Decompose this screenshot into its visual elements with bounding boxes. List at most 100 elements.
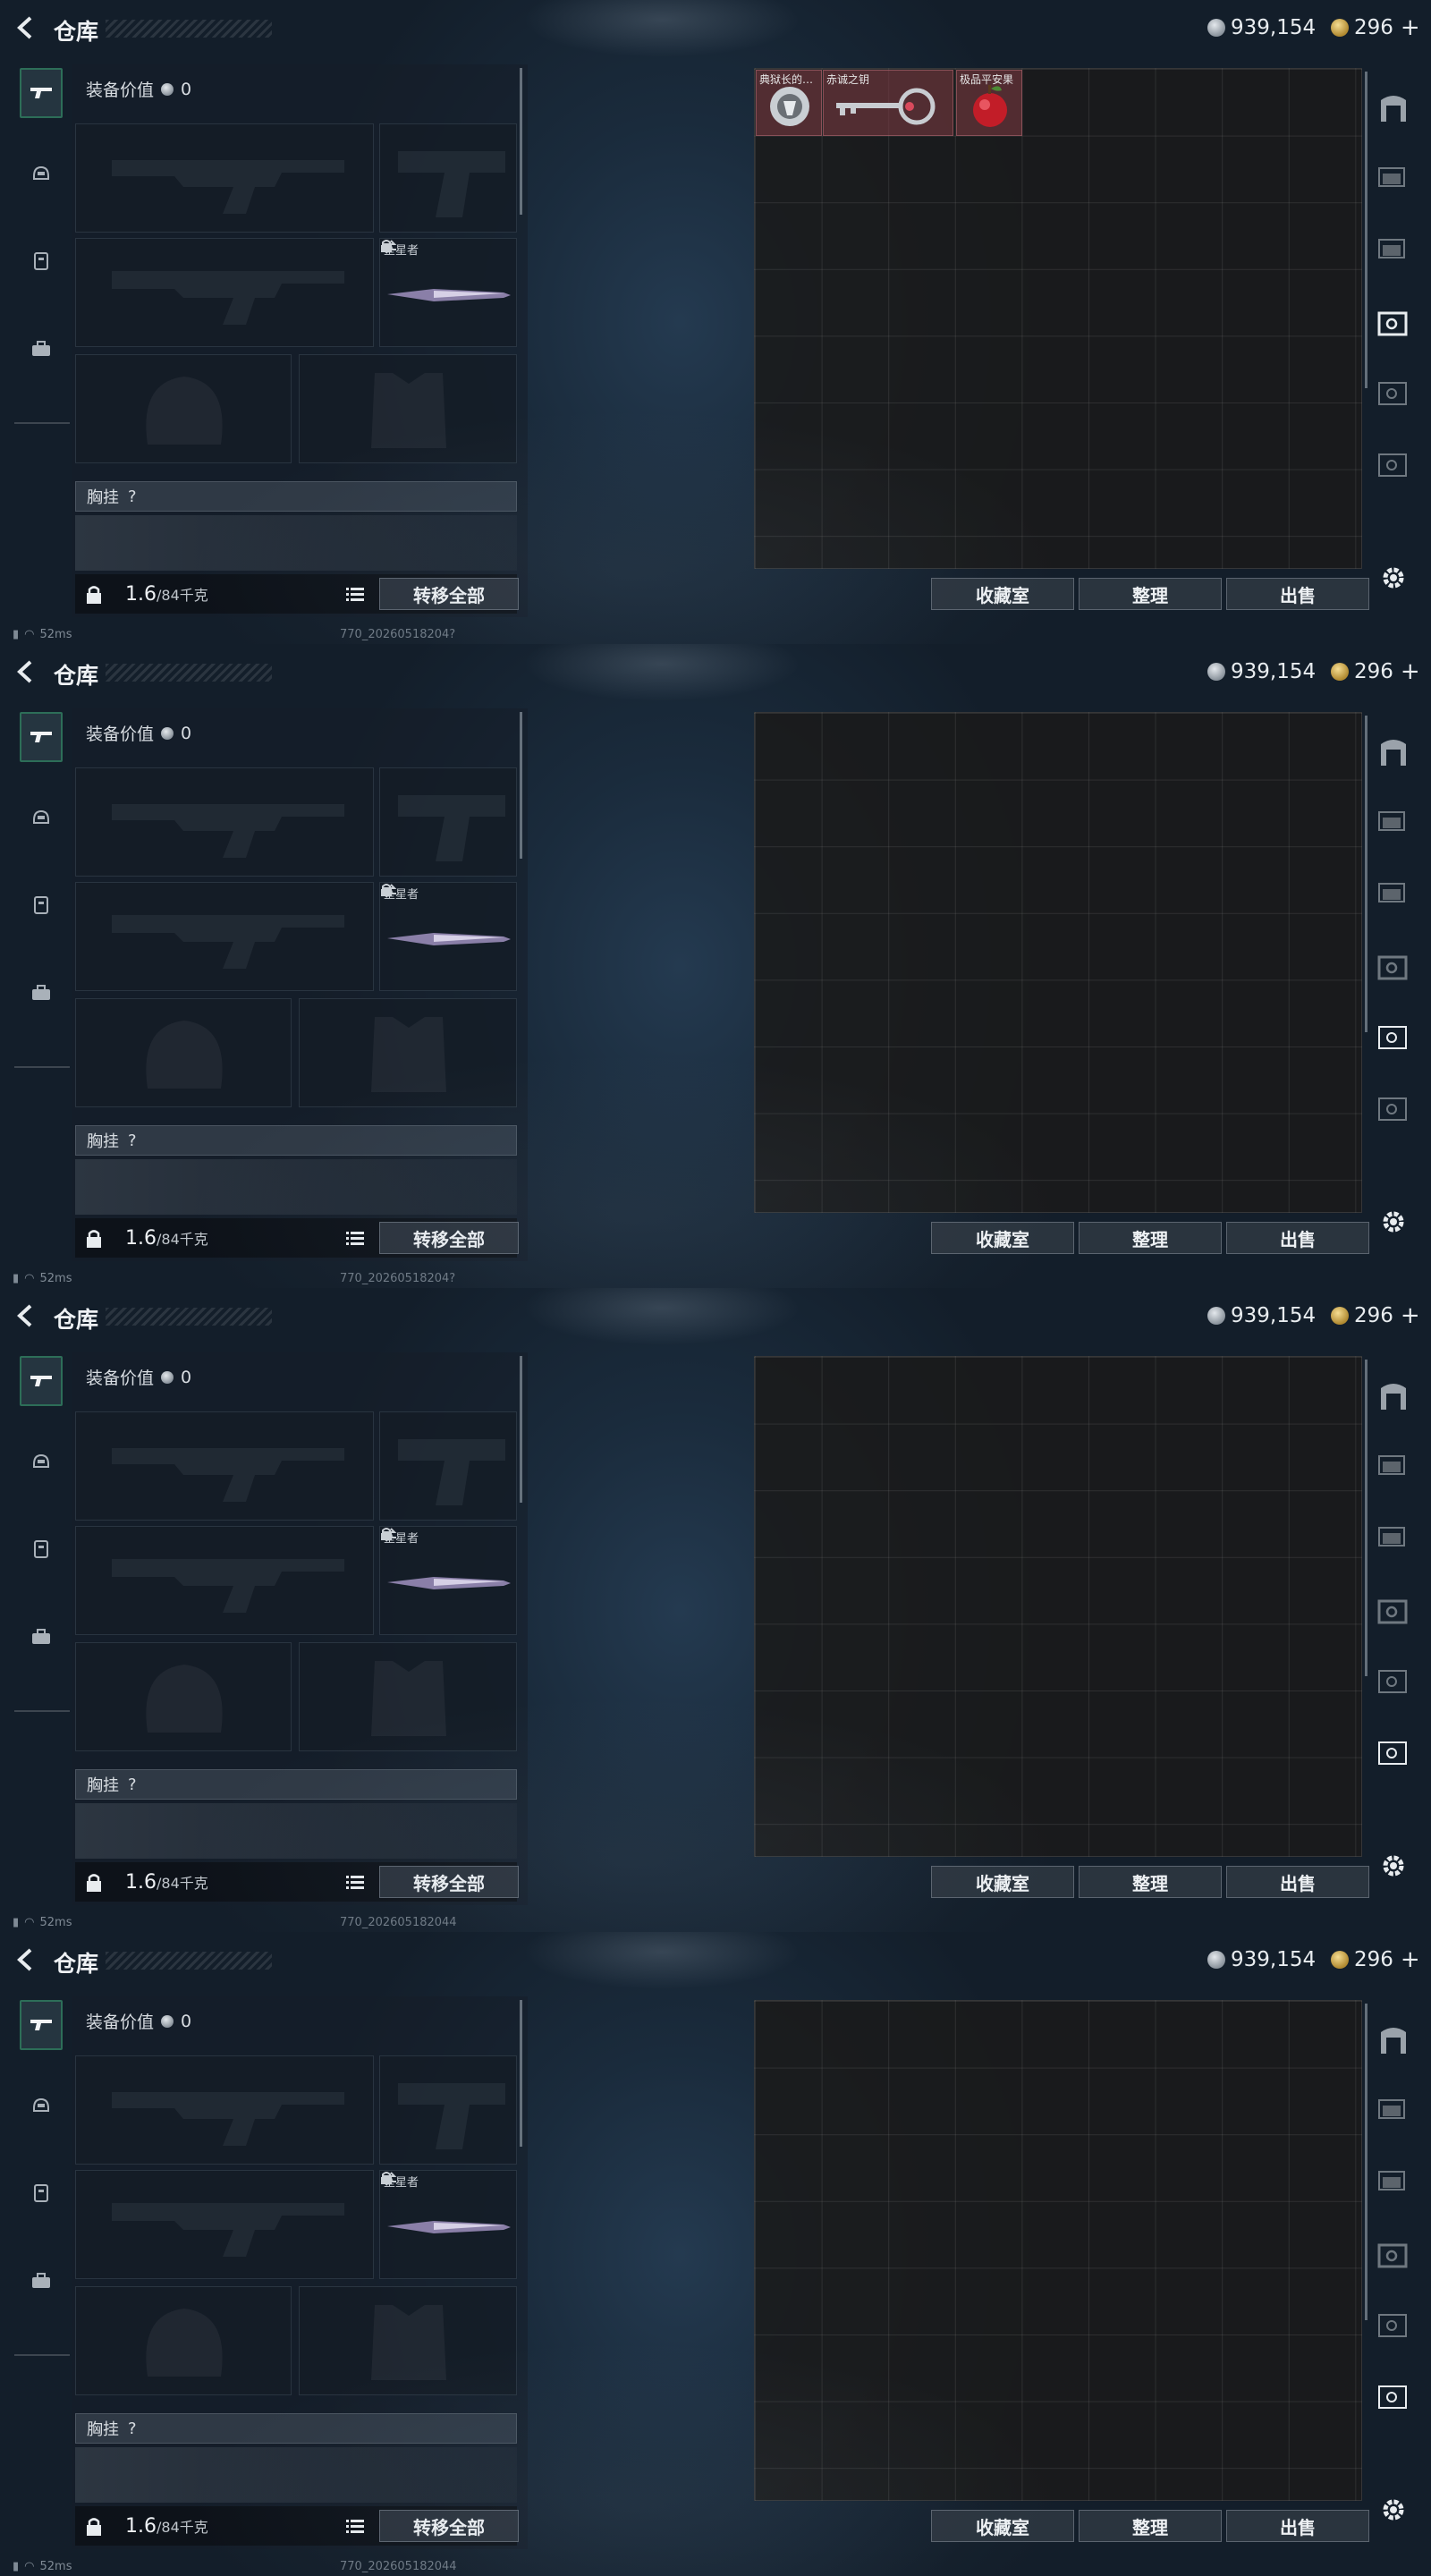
primary-weapon-slot[interactable] [75,123,374,233]
nav-armor-tab[interactable] [20,236,63,286]
helmet-slot[interactable] [75,1642,292,1751]
nav-helmet-tab[interactable] [20,148,63,199]
transfer-all-button[interactable]: 转移全部 [379,578,519,610]
chest-rig-hint[interactable]: ? [128,1775,137,1794]
back-icon[interactable] [13,1946,39,1973]
safe-icon[interactable] [1376,376,1411,411]
settings-icon[interactable] [1376,1204,1411,1240]
helmet-slot[interactable] [75,354,292,463]
nav-backpack-tab[interactable] [20,968,63,1018]
sort-button[interactable]: 整理 [1079,578,1222,610]
topup-button[interactable]: + [1401,1302,1420,1329]
settings-icon[interactable] [1376,560,1411,596]
nav-weapons-tab[interactable] [20,712,63,762]
safe-icon[interactable] [1376,1091,1411,1127]
chest-rig-slot[interactable]: 胸挂 ? [75,2413,517,2444]
nav-backpack-tab[interactable] [20,1612,63,1662]
archive-icon[interactable] [1376,1377,1411,1413]
melee-slot[interactable]: 坠星者 [379,1526,517,1635]
sell-button[interactable]: 出售 [1226,2510,1369,2542]
tv-cabinet-icon[interactable] [1376,877,1411,912]
nav-weapons-tab[interactable] [20,68,63,118]
safe-icon[interactable] [1376,2379,1411,2415]
tv-cabinet-icon[interactable] [1376,1521,1411,1556]
safe-icon[interactable] [1376,950,1411,986]
tv-cabinet-icon[interactable] [1376,233,1411,268]
lock-icon[interactable] [86,585,102,605]
safe-icon[interactable] [1376,1594,1411,1630]
back-icon[interactable] [13,14,39,41]
pistol-slot[interactable] [379,123,517,233]
sort-button[interactable]: 整理 [1079,1866,1222,1898]
safe-icon[interactable] [1376,447,1411,483]
lock-icon[interactable] [86,1873,102,1893]
nav-armor-tab[interactable] [20,1524,63,1574]
archive-icon[interactable] [1376,89,1411,125]
primary-weapon-slot[interactable] [75,767,374,877]
storage-scrollbar[interactable] [1365,1360,1367,1676]
storage-grid[interactable] [754,2000,1362,2501]
transfer-all-button[interactable]: 转移全部 [379,2510,519,2542]
back-icon[interactable] [13,658,39,685]
tv-cabinet-icon[interactable] [1376,1449,1411,1485]
safe-icon[interactable] [1376,1020,1411,1055]
sell-button[interactable]: 出售 [1226,1222,1369,1254]
tv-cabinet-icon[interactable] [1376,805,1411,841]
sort-button[interactable]: 整理 [1079,2510,1222,2542]
collection-room-button[interactable]: 收藏室 [931,1222,1074,1254]
back-icon[interactable] [13,1302,39,1329]
collection-room-button[interactable]: 收藏室 [931,578,1074,610]
sort-button[interactable]: 整理 [1079,1222,1222,1254]
chest-rig-hint[interactable]: ? [128,1131,137,1150]
sell-button[interactable]: 出售 [1226,1866,1369,1898]
storage-item[interactable]: 典狱长的… [756,70,822,136]
safe-icon[interactable] [1376,2238,1411,2274]
helmet-slot[interactable] [75,998,292,1107]
primary-weapon-slot[interactable] [75,1411,374,1521]
melee-slot[interactable]: 坠星者 [379,2170,517,2279]
storage-grid[interactable] [754,1356,1362,1857]
list-icon[interactable] [345,2517,365,2535]
primary-weapon-slot[interactable] [75,2055,374,2165]
nav-helmet-tab[interactable] [20,2080,63,2131]
nav-armor-tab[interactable] [20,2168,63,2218]
nav-backpack-tab[interactable] [20,324,63,374]
safe-icon[interactable] [1376,1735,1411,1771]
storage-scrollbar[interactable] [1365,2004,1367,2320]
storage-grid[interactable] [754,712,1362,1213]
armor-slot[interactable] [299,1642,517,1751]
transfer-all-button[interactable]: 转移全部 [379,1866,519,1898]
nav-weapons-tab[interactable] [20,1356,63,1406]
list-icon[interactable] [345,585,365,603]
settings-icon[interactable] [1376,1848,1411,1884]
nav-helmet-tab[interactable] [20,792,63,843]
chest-rig-hint[interactable]: ? [128,2419,137,2438]
sell-button[interactable]: 出售 [1226,578,1369,610]
nav-backpack-tab[interactable] [20,2256,63,2306]
chest-rig-slot[interactable]: 胸挂 ? [75,1769,517,1800]
nav-helmet-tab[interactable] [20,1436,63,1487]
chest-rig-slot[interactable]: 胸挂 ? [75,481,517,512]
storage-scrollbar[interactable] [1365,716,1367,1032]
safe-icon[interactable] [1376,1664,1411,1699]
topup-button[interactable]: + [1401,14,1420,41]
lock-icon[interactable] [86,1229,102,1249]
topup-button[interactable]: + [1401,1946,1420,1973]
tv-cabinet-icon[interactable] [1376,2093,1411,2129]
tv-cabinet-icon[interactable] [1376,2165,1411,2200]
secondary-weapon-slot[interactable] [75,1526,374,1635]
tv-cabinet-icon[interactable] [1376,161,1411,197]
collection-room-button[interactable]: 收藏室 [931,1866,1074,1898]
melee-slot[interactable]: 坠星者 [379,238,517,347]
transfer-all-button[interactable]: 转移全部 [379,1222,519,1254]
storage-grid[interactable] [754,68,1362,569]
list-icon[interactable] [345,1873,365,1891]
equipment-scrollbar[interactable] [520,68,522,215]
armor-slot[interactable] [299,354,517,463]
nav-weapons-tab[interactable] [20,2000,63,2050]
storage-item[interactable]: 赤诚之钥 [823,70,953,136]
secondary-weapon-slot[interactable] [75,238,374,347]
safe-icon[interactable] [1376,306,1411,342]
topup-button[interactable]: + [1401,658,1420,685]
pistol-slot[interactable] [379,2055,517,2165]
